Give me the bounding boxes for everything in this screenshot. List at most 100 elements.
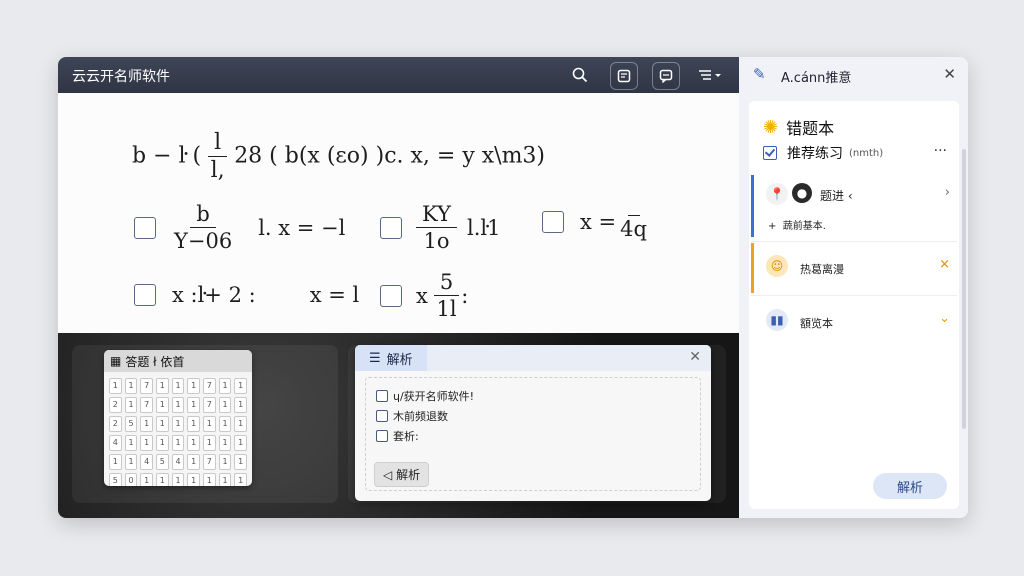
answer-cell[interactable]: 1	[124, 435, 138, 451]
answer-cell[interactable]: 1	[218, 378, 232, 394]
item-label: 题进 ‹	[820, 189, 853, 203]
option-d[interactable]: x :ŀ+ 2 : x = l	[134, 283, 359, 307]
chevron-right-icon[interactable]: ›	[945, 185, 950, 200]
answer-cell[interactable]: 7	[203, 378, 216, 394]
option-checkbox[interactable]	[380, 284, 402, 307]
answer-cell[interactable]: 1	[234, 378, 247, 394]
answer-cell[interactable]: 1	[187, 473, 200, 486]
search-icon[interactable]	[567, 62, 593, 88]
answer-cell[interactable]: 1	[124, 397, 138, 413]
row-checkbox[interactable]	[376, 390, 388, 402]
answer-cell[interactable]: 5	[156, 454, 169, 470]
answer-cell[interactable]: 1	[218, 454, 232, 470]
close-icon[interactable]: ✕	[943, 65, 956, 83]
answer-cell[interactable]: 1	[171, 473, 185, 486]
analysis-button-label: 解析	[396, 468, 421, 482]
checkbox-icon[interactable]	[763, 146, 777, 160]
close-icon[interactable]: ×	[939, 257, 950, 272]
option-frac-den: 1o	[423, 229, 450, 254]
answer-cell[interactable]: 4	[140, 454, 153, 470]
answer-cell[interactable]: 5	[124, 416, 138, 432]
answer-cell[interactable]: 1	[124, 454, 138, 470]
answer-cell[interactable]: 1	[187, 435, 200, 451]
answer-cell[interactable]: 1	[187, 397, 200, 413]
option-b[interactable]: KY 1o l.ŀ1	[380, 203, 500, 252]
answer-cell[interactable]: 1	[218, 435, 232, 451]
option-text: x	[416, 283, 428, 308]
answer-cell[interactable]: 1	[218, 397, 232, 413]
app-window: 云云开名师软件 b − ŀ ( l l, 28 (b(x (εo))c. x…	[58, 57, 968, 518]
answer-cell[interactable]: 1	[203, 435, 216, 451]
option-checkbox[interactable]	[380, 216, 402, 239]
tab-analysis[interactable]: ☰ 解析	[355, 345, 427, 371]
answer-cell[interactable]: 1	[109, 454, 122, 470]
answer-cell[interactable]: 1	[156, 378, 169, 394]
answer-cell[interactable]: 1	[187, 416, 200, 432]
answer-cell[interactable]: 1	[109, 378, 122, 394]
answer-cell[interactable]: 1	[156, 397, 169, 413]
analysis-row[interactable]: 木前频退数	[376, 408, 448, 424]
side-panel: ✎ A.cánn推意 ✕ ✺ 错题本 推荐练习 (nmth) ··· 📍 ● 题…	[739, 57, 968, 518]
more-icon[interactable]: ···	[934, 143, 947, 159]
answer-cell[interactable]: 1	[171, 416, 185, 432]
analysis-button[interactable]: ◁ 解析	[374, 462, 430, 487]
app-title: 云云开名师软件	[72, 69, 170, 85]
answer-cell[interactable]: 1	[140, 473, 153, 486]
chevron-down-icon[interactable]: ⌄	[939, 311, 950, 326]
answer-cell[interactable]: 1	[156, 435, 169, 451]
answer-cell[interactable]: 1	[124, 378, 138, 394]
answer-cell[interactable]: 5	[109, 473, 122, 486]
answer-cell[interactable]: 1	[140, 416, 153, 432]
scrollbar[interactable]	[962, 149, 966, 429]
answer-cell[interactable]: 1	[203, 416, 216, 432]
analysis-side-button[interactable]: 解析	[873, 473, 947, 499]
row-checkbox[interactable]	[376, 430, 388, 442]
recommend-practice[interactable]: 推荐练习 (nmth)	[763, 143, 883, 163]
answer-cell[interactable]: 1	[171, 397, 185, 413]
answer-cell[interactable]: 4	[171, 454, 185, 470]
answer-card[interactable]: ▦ 答题 ł 依首 117111711217111711251111111411…	[104, 350, 252, 486]
answer-cell[interactable]: 1	[203, 473, 216, 486]
answer-cell[interactable]: 1	[140, 435, 153, 451]
wrong-book-title[interactable]: ✺ 错题本	[763, 115, 834, 139]
list-item[interactable]: ☺ 热葛离漫 ×	[751, 243, 960, 293]
doc-icon[interactable]	[610, 62, 638, 90]
answer-cell[interactable]: 1	[156, 473, 169, 486]
answer-cell[interactable]: 0	[124, 473, 138, 486]
answer-cell[interactable]: 2	[109, 416, 122, 432]
answer-cell[interactable]: 1	[218, 473, 232, 486]
emoji-icon: ☺	[766, 255, 788, 277]
analysis-row[interactable]: ɥ/获开名师软件!	[376, 388, 474, 404]
answer-cell[interactable]: 1	[187, 454, 200, 470]
menu-icon[interactable]	[694, 62, 728, 88]
list-item[interactable]: ▮▮ 額览本 ⌄	[751, 297, 960, 347]
option-c[interactable]: x = 4q	[542, 203, 647, 240]
answer-cell[interactable]: 1	[234, 416, 247, 432]
answer-cell[interactable]: 7	[140, 378, 153, 394]
answer-cell[interactable]: 7	[140, 397, 153, 413]
divider	[751, 241, 957, 242]
option-e[interactable]: x 5 1l :	[380, 271, 468, 320]
answer-cell[interactable]: 4	[109, 435, 122, 451]
option-checkbox[interactable]	[134, 284, 156, 306]
answer-cell[interactable]: 1	[156, 416, 169, 432]
close-icon[interactable]: ✕	[689, 349, 701, 365]
answer-cell[interactable]: 2	[109, 397, 122, 413]
answer-cell[interactable]: 1	[171, 435, 185, 451]
row-checkbox[interactable]	[376, 410, 388, 422]
answer-cell[interactable]: 7	[203, 397, 216, 413]
answer-cell[interactable]: 1	[234, 435, 247, 451]
chat-icon[interactable]	[652, 62, 680, 90]
option-a[interactable]: b Y−06 l. x = −l	[134, 203, 345, 252]
option-checkbox[interactable]	[542, 210, 564, 233]
answer-cell[interactable]: 7	[203, 454, 216, 470]
answer-cell[interactable]: 1	[218, 416, 232, 432]
answer-cell[interactable]: 1	[234, 454, 247, 470]
answer-cell[interactable]: 1	[234, 473, 247, 486]
answer-cell[interactable]: 1	[234, 397, 247, 413]
analysis-row[interactable]: 套析:	[376, 428, 419, 444]
option-checkbox[interactable]	[134, 216, 156, 239]
answer-cell[interactable]: 1	[171, 378, 185, 394]
list-item[interactable]: 📍 ● 题进 ‹ › + 蔬前基本.	[751, 175, 960, 237]
answer-cell[interactable]: 1	[187, 378, 200, 394]
